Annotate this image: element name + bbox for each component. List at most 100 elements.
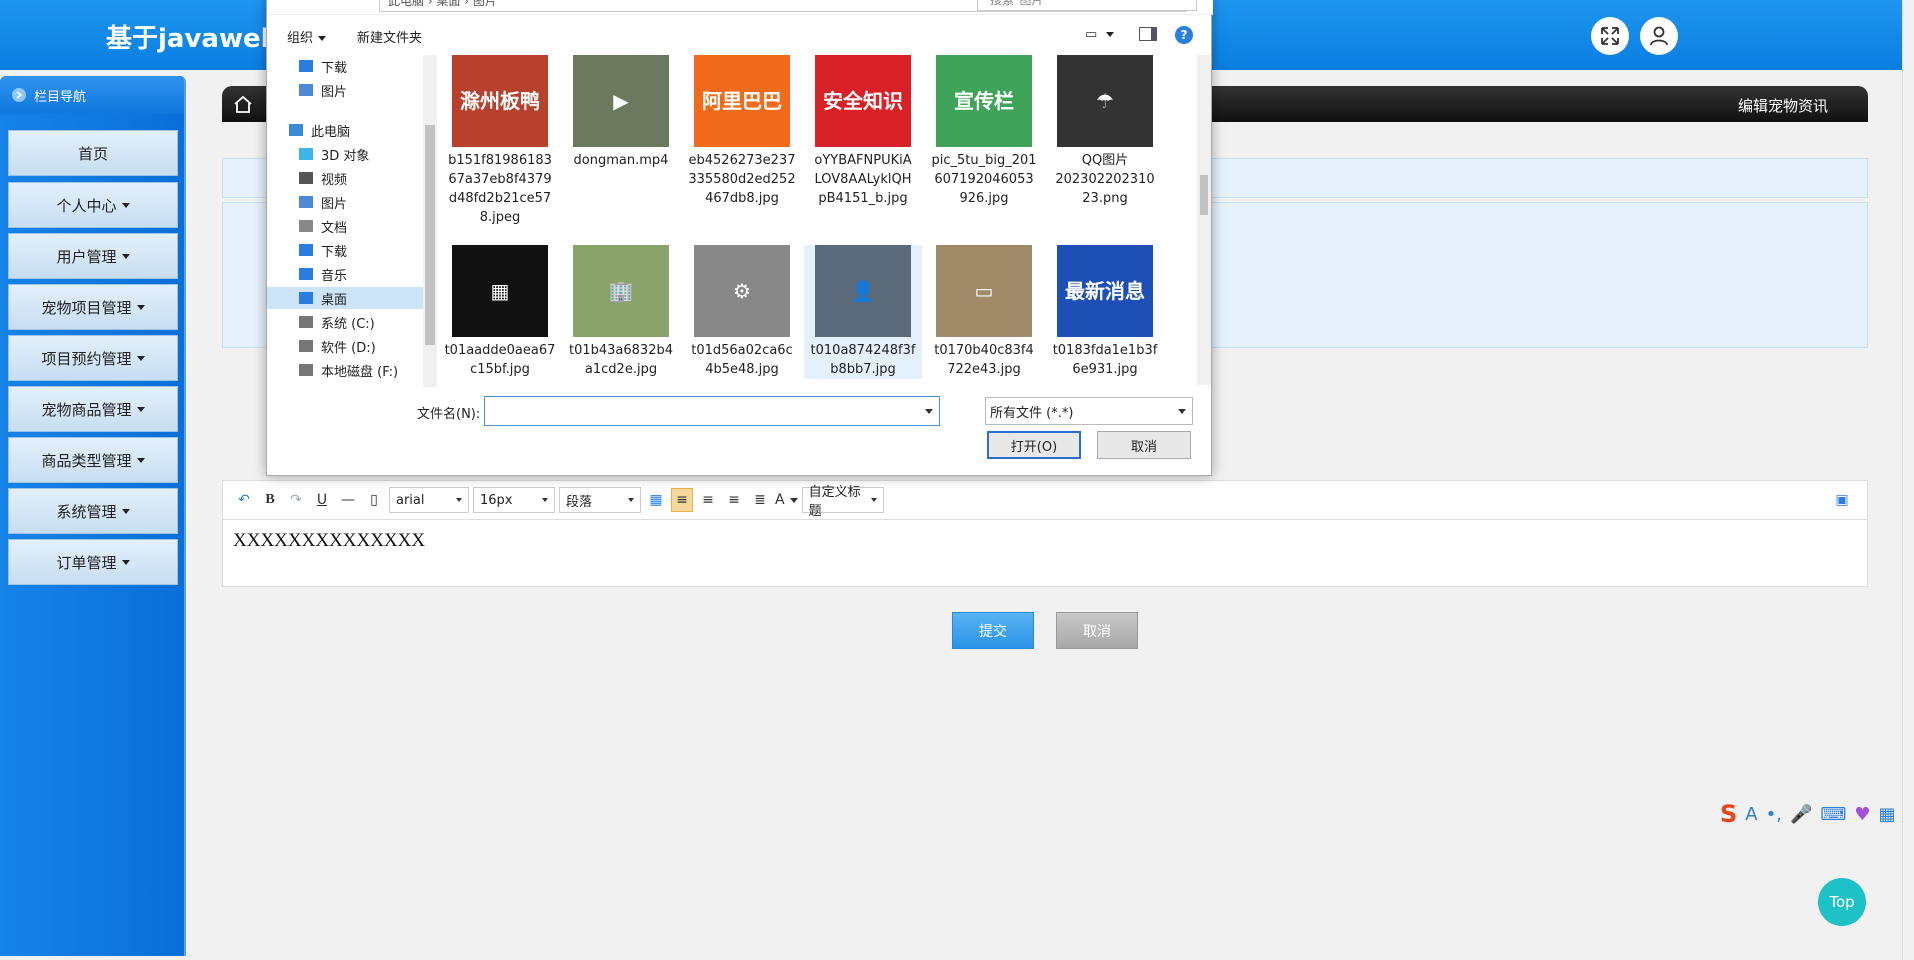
user-button[interactable] (1640, 17, 1678, 55)
ime-voice-icon[interactable]: 🎤 (1790, 804, 1812, 825)
dialog-cancel-button[interactable]: 取消 (1097, 431, 1191, 459)
editor-content[interactable]: XXXXXXXXXXXXXX (222, 519, 1868, 587)
new-folder-button[interactable]: 新建文件夹 (357, 27, 422, 46)
file-item[interactable]: ☂ QQ图片 202302202310 23.png (1046, 55, 1164, 208)
underline-button[interactable]: U (311, 488, 333, 512)
custom-title-select[interactable]: 自定义标题 (801, 485, 884, 519)
tree-item-7[interactable]: 下载 (267, 239, 423, 261)
help-icon[interactable]: ? (1175, 26, 1193, 44)
home-icon[interactable] (232, 94, 254, 114)
font-size-value: 16px (480, 492, 513, 508)
tree-item-1[interactable]: 图片 (267, 79, 423, 101)
sidebar-item-label: 个人中心 (56, 196, 117, 215)
chevron-down-icon (925, 409, 933, 414)
dialog-address-bar: 此电脑 › 桌面 › 图片 搜索"图片" (267, 0, 1213, 15)
file-name: t01aadde0aea67 c15bf.jpg (444, 343, 556, 377)
back-to-top-button[interactable]: Top (1818, 878, 1866, 926)
file-item[interactable]: 滁州板鸭 b151f81986183 67a37eb8f4379 d48fd2b2… (441, 55, 559, 227)
tree-item-8[interactable]: 音乐 (267, 263, 423, 285)
tree-item-label: 下载 (321, 244, 348, 260)
align-right-icon[interactable]: ≡ (697, 488, 719, 512)
filename-input[interactable] (484, 396, 940, 426)
font-color-icon[interactable]: A (775, 488, 798, 512)
ime-skin-icon[interactable]: ♥ (1854, 804, 1870, 825)
computer-icon (289, 124, 303, 136)
file-thumbnail: ⚙ (694, 245, 790, 337)
file-item[interactable]: 👤 t010a874248f3f b8bb7.jpg (804, 245, 922, 379)
tree-item-0[interactable]: 下载 (267, 55, 423, 77)
sidebar-item-2[interactable]: 用户管理 (8, 233, 178, 279)
fullscreen-button[interactable] (1591, 17, 1629, 55)
file-item[interactable]: 安全知识 oYYBAFNPUKiA LOV8AALyklQH pB4151_b.j… (804, 55, 922, 208)
chevron-down-icon (870, 498, 877, 502)
tree-item-12[interactable]: 本地磁盘 (F:) (267, 359, 423, 381)
file-item[interactable]: 🏢 t01b43a6832b4 a1cd2e.jpg (562, 245, 680, 379)
tree-item-label: 此电脑 (311, 124, 351, 140)
tree-item-9[interactable]: 桌面 (267, 287, 423, 309)
sidebar-item-8[interactable]: 订单管理 (8, 539, 178, 585)
ime-language-icon[interactable]: A (1745, 804, 1757, 825)
font-family-select[interactable]: arial (389, 487, 469, 513)
ime-keyboard-icon[interactable]: ⌨ (1820, 804, 1846, 825)
sidebar-item-0[interactable]: 首页 (8, 130, 178, 176)
tree-item-4[interactable]: 视频 (267, 167, 423, 189)
font-size-select[interactable]: 16px (473, 487, 555, 513)
sidebar-item-1[interactable]: 个人中心 (8, 182, 178, 228)
ime-menu-icon[interactable]: ▦ (1879, 804, 1896, 825)
bold-button[interactable]: B (259, 488, 281, 512)
horizontal-rule-icon[interactable]: — (337, 488, 359, 512)
tree-item-10[interactable]: 系统 (C:) (267, 311, 423, 333)
ime-punctuation-icon[interactable]: •, (1766, 804, 1782, 825)
redo-icon[interactable]: ↷ (285, 488, 307, 512)
view-options-icon[interactable]: ▭ (1085, 27, 1115, 42)
sidebar-item-label: 项目预约管理 (41, 349, 132, 368)
sidebar-item-7[interactable]: 系统管理 (8, 488, 178, 534)
tree-item-3[interactable]: 3D 对象 (267, 143, 423, 165)
open-button[interactable]: 打开(O) (987, 431, 1081, 459)
drive-icon (299, 316, 313, 328)
sidebar-item-label: 用户管理 (56, 247, 117, 266)
sidebar-item-6[interactable]: 商品类型管理 (8, 437, 178, 483)
file-item[interactable]: 最新消息 t0183fda1e1b3f 6e931.jpg (1046, 245, 1164, 379)
page-icon[interactable]: ▯ (363, 488, 385, 512)
sidebar-item-3[interactable]: 宠物项目管理 (8, 284, 178, 330)
tree-item-label: 音乐 (321, 268, 348, 284)
file-item[interactable]: 宣传栏 pic_5tu_big_201 607192046053 926.jpg (925, 55, 1043, 208)
align-center-icon[interactable]: ≡ (723, 488, 745, 512)
search-input[interactable]: 搜索"图片" (977, 0, 1197, 11)
fullscreen-editor-icon[interactable]: ▣ (1831, 488, 1853, 512)
video-icon (299, 172, 313, 184)
file-item[interactable]: ⚙ t01d56a02ca6c 4b5e48.jpg (683, 245, 801, 379)
undo-icon[interactable]: ↶ (233, 488, 255, 512)
sidebar-item-5[interactable]: 宠物商品管理 (8, 386, 178, 432)
cancel-button[interactable]: 取消 (1056, 612, 1138, 649)
file-name: t01b43a6832b4 a1cd2e.jpg (568, 343, 673, 377)
preview-pane-icon[interactable] (1139, 27, 1157, 41)
sidebar-item-label: 系统管理 (56, 502, 117, 521)
tree-item-11[interactable]: 软件 (D:) (267, 335, 423, 357)
tree-item-6[interactable]: 文档 (267, 215, 423, 237)
filename-label: 文件名(N): (417, 407, 481, 422)
file-item[interactable]: ▦ t01aadde0aea67 c15bf.jpg (441, 245, 559, 379)
align-justify-icon[interactable]: ≣ (749, 488, 771, 512)
file-item[interactable]: ▶ dongman.mp4 (562, 55, 680, 170)
align-left-icon[interactable]: ≡ (671, 488, 693, 512)
file-thumbnail: 最新消息 (1057, 245, 1153, 337)
sidebar-item-4[interactable]: 项目预约管理 (8, 335, 178, 381)
sogou-logo-icon[interactable]: S (1720, 800, 1737, 828)
tree-item-2[interactable]: 此电脑 (267, 119, 423, 141)
file-grid-scrollbar[interactable] (1197, 55, 1211, 385)
submit-button[interactable]: 提交 (952, 612, 1034, 649)
tree-item-5[interactable]: 图片 (267, 191, 423, 213)
filetype-select[interactable]: 所有文件 (*.*) (985, 397, 1193, 425)
table-icon[interactable]: ▦ (645, 488, 667, 512)
file-item[interactable]: ▭ t0170b40c83f4 722e43.jpg (925, 245, 1043, 379)
sidebar-item-label: 商品类型管理 (41, 451, 132, 470)
file-thumbnail: ▭ (936, 245, 1032, 337)
organize-button[interactable]: 组织 (287, 27, 327, 46)
paragraph-select[interactable]: 段落 (559, 487, 641, 513)
file-name: eb4526273e237 335580d2ed252 467db8.jpg (688, 153, 796, 206)
tree-scrollbar[interactable] (423, 55, 437, 387)
file-name: t0183fda1e1b3f 6e931.jpg (1052, 343, 1158, 377)
file-item[interactable]: 阿里巴巴 eb4526273e237 335580d2ed252 467db8.j… (683, 55, 801, 208)
